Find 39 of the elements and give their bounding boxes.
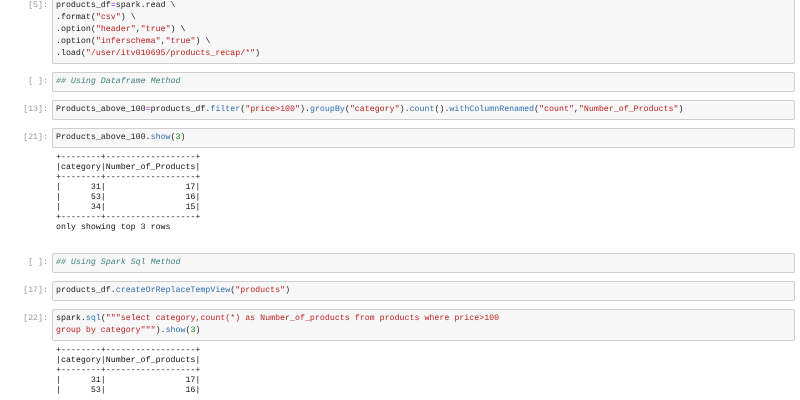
code-cell[interactable]: Products_above_100=products_df.filter("price>100").groupBy("category").count().withColumnRenamed("count","Number_of_Products") [52, 100, 795, 120]
code-line: spark.sql("""select category,count(*) as Number_of_products from products where price>100 [56, 313, 500, 325]
output-line: | 31| 17| [56, 183, 202, 193]
output-line: | 53| 16| [56, 386, 202, 396]
output-line: | 34| 15| [56, 203, 202, 213]
code-line: .format("csv") \ [56, 12, 137, 24]
code-cell[interactable]: Products_above_100.show(3) [52, 128, 795, 148]
output-line: | 53| 16| [56, 193, 202, 203]
output-line: +--------+------------------+ [56, 346, 202, 356]
cell-prompt: [17]: [22, 285, 49, 297]
code-line: .load("/user/itv010695/products_recap/*") [56, 48, 262, 60]
output-line: |category|Number_of_products| [56, 356, 202, 366]
cell-prompt: [21]: [22, 132, 49, 144]
cell-prompt: [22]: [22, 313, 49, 325]
code-cell[interactable]: ## Using Dataframe Method [52, 72, 795, 92]
code-line: .option("inferschema","true") \ [56, 36, 212, 48]
cell-prompt: [5]: [27, 0, 49, 12]
code-line: group by category""").show(3) [56, 325, 202, 337]
code-cell[interactable]: products_df.createOrReplaceTempView("products") [52, 281, 795, 301]
cell-prompt: [ ]: [27, 76, 49, 88]
code-line: Products_above_100.show(3) [56, 132, 186, 144]
output-line: +--------+------------------+ [56, 213, 202, 223]
code-line: products_df=spark.read \ [56, 0, 177, 12]
code-line: .option("header","true") \ [56, 24, 186, 36]
code-line: ## Using Dataframe Method [56, 76, 182, 88]
output-line: +--------+------------------+ [56, 366, 202, 376]
code-line: ## Using Spark Sql Method [56, 257, 182, 269]
output-line: +--------+------------------+ [56, 173, 202, 183]
output-line: |category|Number_of_Products| [56, 163, 202, 173]
output-line: | 31| 17| [56, 376, 202, 386]
output-line: only showing top 3 rows [56, 223, 172, 233]
code-cell[interactable]: spark.sql("""select category,count(*) as Number_of_products from products where price>100 group by category""").show(3) [52, 309, 795, 341]
cell-prompt: [ ]: [27, 257, 49, 269]
code-cell[interactable]: ## Using Spark Sql Method [52, 253, 795, 273]
code-line: products_df.createOrReplaceTempView("products") [56, 285, 292, 297]
code-cell[interactable]: products_df=spark.read \ .format("csv") \ .option("header","true") \ .option("inferschema","true") \ .load("/user/itv010695/products_recap/*") [52, 0, 795, 64]
code-line: Products_above_100=products_df.filter("price>100").groupBy("category").count().withColumnRenamed("count","Number_of_Products") [56, 104, 684, 116]
cell-prompt: [13]: [22, 104, 49, 116]
output-line: +--------+------------------+ [56, 153, 202, 163]
